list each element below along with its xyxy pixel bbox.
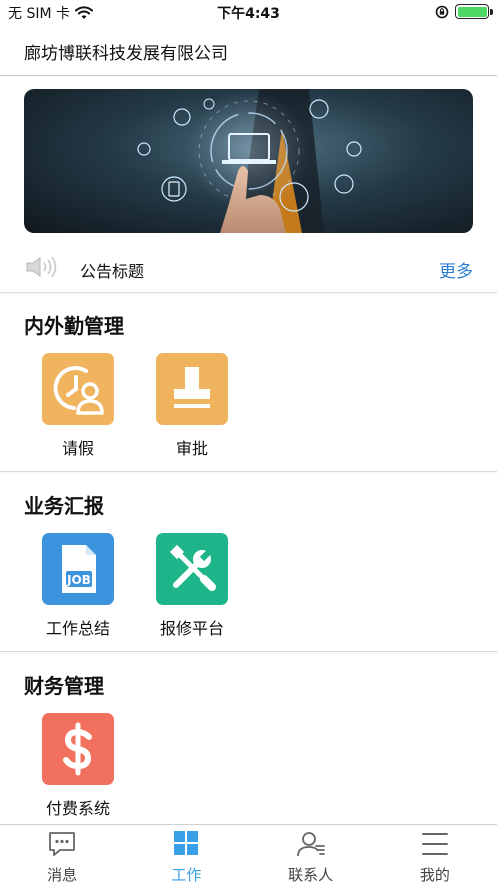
status-time: 下午4:43 xyxy=(217,6,280,22)
app-label: 工作总结 xyxy=(45,619,110,638)
notice-title[interactable]: 公告标题 xyxy=(80,258,144,282)
section-title: 财务管理 xyxy=(24,674,104,698)
wrench-screwdriver-icon xyxy=(156,533,228,605)
status-bar: 无 SIM 卡 下午4:43 xyxy=(0,0,497,24)
app-label: 审批 xyxy=(175,439,208,458)
tab-work[interactable]: 工作 xyxy=(124,825,248,883)
top-card: 公告标题 更多 xyxy=(0,77,497,293)
app-label: 报修平台 xyxy=(159,619,224,638)
app-leave[interactable]: 请假 xyxy=(30,353,126,459)
contacts-icon xyxy=(296,832,325,857)
app-payment-system[interactable]: 付费系统 xyxy=(30,713,126,819)
speaker-icon xyxy=(26,256,57,278)
clock-person-icon xyxy=(42,353,114,425)
rotation-lock-icon xyxy=(435,5,449,18)
tab-bar: 消息 工作 联系人 我的 xyxy=(0,824,497,883)
status-right xyxy=(435,4,493,19)
section-title: 业务汇报 xyxy=(24,494,104,518)
tab-messages[interactable]: 消息 xyxy=(0,825,124,883)
job-document-icon: JOB xyxy=(42,533,114,605)
header: 廊坊博联科技发展有限公司 xyxy=(0,24,497,76)
page-title: 廊坊博联科技发展有限公司 xyxy=(24,44,228,64)
tab-mine[interactable]: 我的 xyxy=(373,825,497,883)
section-attendance: 内外勤管理 请假 审批 xyxy=(0,294,497,472)
tab-label: 工作 xyxy=(171,866,202,883)
svg-text:JOB: JOB xyxy=(66,573,91,587)
tab-contacts[interactable]: 联系人 xyxy=(249,825,373,883)
tab-label: 我的 xyxy=(419,866,450,883)
app-repair-platform[interactable]: 报修平台 xyxy=(144,533,240,639)
battery-icon xyxy=(455,4,493,19)
section-title: 内外勤管理 xyxy=(24,314,124,338)
app-approval[interactable]: 审批 xyxy=(144,353,240,459)
section-finance: 财务管理 付费系统 xyxy=(0,654,497,824)
grid-icon xyxy=(174,831,199,855)
notice-row[interactable]: 公告标题 更多 xyxy=(0,243,497,293)
stamp-icon xyxy=(156,353,228,425)
app-label: 付费系统 xyxy=(45,799,110,818)
banner-illustration xyxy=(137,89,362,233)
app-work-summary[interactable]: JOB 工作总结 xyxy=(30,533,126,639)
tab-label: 联系人 xyxy=(288,866,334,883)
section-business-report: 业务汇报 JOB 工作总结 报修平台 xyxy=(0,474,497,652)
more-link[interactable]: 更多 xyxy=(439,257,473,282)
menu-icon xyxy=(421,833,448,855)
app-label: 请假 xyxy=(61,439,94,458)
tab-label: 消息 xyxy=(47,866,78,883)
message-icon xyxy=(49,832,76,856)
dollar-icon xyxy=(42,713,114,785)
banner-image[interactable] xyxy=(24,89,473,233)
